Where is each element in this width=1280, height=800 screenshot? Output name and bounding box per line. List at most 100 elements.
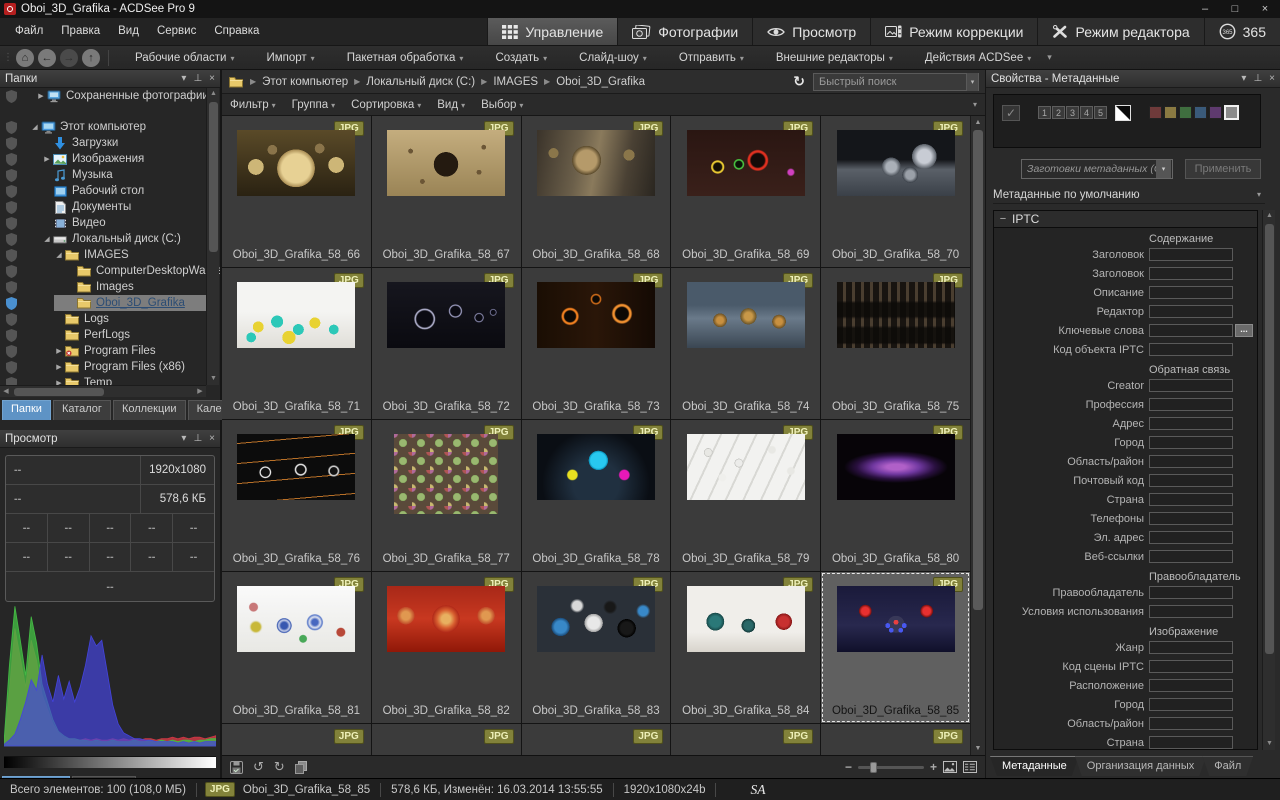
expander-icon[interactable]: ◢: [30, 123, 40, 131]
filter-menu-4[interactable]: Вид▾: [437, 99, 465, 111]
toolbar-button-4[interactable]: Создать▾: [477, 52, 561, 64]
color-label-chip-3[interactable]: [1179, 106, 1192, 119]
scroll-up-icon[interactable]: ▲: [207, 88, 220, 100]
tree-horizontal-scrollbar[interactable]: ◀ ▶: [0, 385, 206, 397]
tree-item-музыка[interactable]: Музыка: [0, 167, 220, 183]
color-label-chip-4[interactable]: [1194, 106, 1207, 119]
expander-icon[interactable]: ▶: [36, 92, 46, 100]
iptc-field-input[interactable]: [1149, 605, 1233, 618]
scroll-thumb[interactable]: [209, 102, 218, 252]
scroll-right-icon[interactable]: ▶: [194, 386, 206, 398]
iptc-field-input[interactable]: [1149, 248, 1233, 261]
thumbnail-Oboi_3D_Grafika_58_80[interactable]: JPGOboi_3D_Grafika_58_80: [821, 420, 970, 571]
mode-tab-просмотр[interactable]: Просмотр: [752, 18, 870, 45]
thumbnail-Oboi_3D_Grafika_58_78[interactable]: JPGOboi_3D_Grafika_58_78: [522, 420, 671, 571]
expander-icon[interactable]: ◢: [42, 235, 52, 243]
toolbar-button-3[interactable]: Пакетная обработка▾: [329, 52, 478, 64]
iptc-field-input[interactable]: [1149, 531, 1233, 544]
thumbnail-Oboi_3D_Grafika_58_81[interactable]: JPGOboi_3D_Grafika_58_81: [222, 572, 371, 723]
collapse-icon[interactable]: −: [997, 213, 1009, 225]
menu-item-3[interactable]: Вид: [109, 18, 148, 45]
iptc-field-input[interactable]: [1149, 455, 1233, 468]
iptc-field-input[interactable]: [1149, 493, 1233, 506]
iptc-field-input[interactable]: [1149, 474, 1233, 487]
apply-button[interactable]: Применить: [1185, 159, 1261, 179]
toolbar-button-8[interactable]: Действия ACDSee▾: [907, 52, 1045, 64]
rating-chip-1[interactable]: 1: [1038, 106, 1051, 119]
color-label-chip-6[interactable]: [1224, 105, 1239, 120]
copy-icon[interactable]: [295, 761, 307, 774]
tree-vertical-scrollbar[interactable]: ▲ ▼: [206, 88, 219, 385]
pin-icon[interactable]: ⊥: [193, 74, 202, 84]
iptc-scrollbar[interactable]: ▲ ▼: [1262, 210, 1275, 750]
panel-menu-icon[interactable]: ▾: [1241, 74, 1246, 84]
filter-menu-3[interactable]: Сортировка▾: [351, 99, 421, 111]
tree-item-images[interactable]: Images: [0, 279, 220, 295]
filter-overflow-icon[interactable]: ▾: [973, 100, 977, 109]
thumbnail-partial[interactable]: JPG: [671, 724, 820, 755]
menu-item-2[interactable]: Правка: [52, 18, 109, 45]
pin-icon[interactable]: ⊥: [193, 434, 202, 444]
tree-item-документы[interactable]: Документы: [0, 199, 220, 215]
combo-dropdown-icon[interactable]: ▾: [1156, 160, 1171, 178]
tree-item-images[interactable]: ◢IMAGES: [0, 247, 220, 263]
tree-item-program-files[interactable]: ▶Program Files: [0, 343, 220, 359]
color-label-chip-1[interactable]: [1149, 106, 1162, 119]
color-label-chip-5[interactable]: [1209, 106, 1222, 119]
mode-tab-режим-редактора[interactable]: Режим редактора: [1037, 18, 1203, 45]
filter-menu-2[interactable]: Группа▾: [292, 99, 335, 111]
breadcrumb-item-4[interactable]: Oboi_3D_Grafika: [556, 76, 645, 88]
iptc-field-input[interactable]: [1149, 679, 1233, 692]
rotate-left-icon[interactable]: ↺: [253, 759, 264, 775]
tree-item-temp[interactable]: ▶Temp: [0, 375, 220, 385]
iptc-field-input[interactable]: [1149, 286, 1233, 299]
thumbnail-Oboi_3D_Grafika_58_73[interactable]: JPGOboi_3D_Grafika_58_73: [522, 268, 671, 419]
tab-организация-данных[interactable]: Организация данных: [1075, 756, 1207, 776]
thumbnail-Oboi_3D_Grafika_58_79[interactable]: JPGOboi_3D_Grafika_58_79: [671, 420, 820, 571]
search-input[interactable]: [814, 76, 966, 88]
expander-icon[interactable]: ▶: [54, 347, 64, 355]
zoom-in-button[interactable]: +: [930, 760, 937, 774]
zoom-out-button[interactable]: −: [845, 760, 852, 774]
tree-item-logs[interactable]: Logs: [0, 311, 220, 327]
toolbar-button-5[interactable]: Слайд-шоу▾: [561, 52, 661, 64]
breadcrumb-item-3[interactable]: IMAGES: [493, 76, 538, 88]
tree-item-изображения[interactable]: ▶Изображения: [0, 151, 220, 167]
keywords-picker-button[interactable]: ...: [1235, 324, 1253, 337]
mode-tab-365[interactable]: 365365: [1204, 18, 1280, 45]
tab-метаданные[interactable]: Метаданные: [990, 756, 1079, 776]
clear-rating-chip[interactable]: [1115, 105, 1131, 121]
iptc-field-input[interactable]: [1149, 417, 1233, 430]
scroll-thumb[interactable]: [1265, 224, 1274, 654]
thumbnail-Oboi_3D_Grafika_58_77[interactable]: JPGOboi_3D_Grafika_58_77: [372, 420, 521, 571]
toolbar-button-7[interactable]: Внешние редакторы▾: [758, 52, 907, 64]
close-icon[interactable]: ×: [1269, 74, 1275, 84]
thumbnail-partial[interactable]: JPG: [522, 724, 671, 755]
tree-item-этот-компьютер[interactable]: ◢Этот компьютер: [0, 119, 220, 135]
scroll-down-icon[interactable]: ▼: [207, 373, 220, 385]
thumbnail-Oboi_3D_Grafika_58_67[interactable]: JPGOboi_3D_Grafika_58_67: [372, 116, 521, 267]
thumbnail-Oboi_3D_Grafika_58_83[interactable]: JPGOboi_3D_Grafika_58_83: [522, 572, 671, 723]
minimize-button[interactable]: –: [1190, 0, 1220, 18]
mode-tab-режим-коррекции[interactable]: Режим коррекции: [870, 18, 1037, 45]
thumbnail-Oboi_3D_Grafika_58_68[interactable]: JPGOboi_3D_Grafika_58_68: [522, 116, 671, 267]
menu-item-5[interactable]: Справка: [205, 18, 268, 45]
iptc-field-input[interactable]: [1149, 379, 1233, 392]
thumbnail-Oboi_3D_Grafika_58_84[interactable]: JPGOboi_3D_Grafika_58_84: [671, 572, 820, 723]
scroll-thumb[interactable]: [14, 388, 104, 396]
thumbnail-Oboi_3D_Grafika_58_66[interactable]: JPGOboi_3D_Grafika_58_66: [222, 116, 371, 267]
home-button[interactable]: ⌂: [16, 49, 34, 67]
expander-icon[interactable]: ◢: [54, 251, 64, 259]
mode-tab-фотографии[interactable]: Фотографии: [617, 18, 752, 45]
thumbnail-Oboi_3D_Grafika_58_72[interactable]: JPGOboi_3D_Grafika_58_72: [372, 268, 521, 419]
tree-item-computerdesktopwallpapersc[interactable]: ComputerDesktopWallpapersC: [0, 263, 220, 279]
iptc-field-input[interactable]: [1149, 398, 1233, 411]
iptc-field-input[interactable]: [1149, 267, 1233, 280]
tree-item-perflogs[interactable]: PerfLogs: [0, 327, 220, 343]
iptc-field-input[interactable]: [1149, 436, 1233, 449]
tab-коллекции[interactable]: Коллекции: [113, 400, 186, 420]
scroll-thumb[interactable]: [973, 130, 983, 610]
iptc-section-header[interactable]: − IPTC: [994, 211, 1257, 228]
metadata-view-selector[interactable]: Метаданные по умолчанию ▾: [993, 186, 1265, 204]
scroll-left-icon[interactable]: ◀: [0, 386, 12, 398]
